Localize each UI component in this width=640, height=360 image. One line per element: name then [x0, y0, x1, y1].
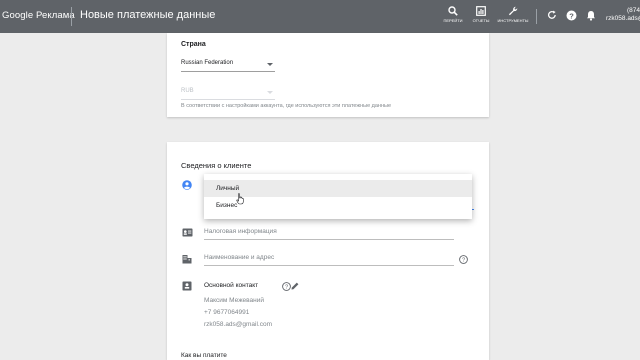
wrench-icon	[508, 6, 518, 16]
country-hint: В соответствии с настройками аккаунта, г…	[181, 103, 392, 109]
country-select[interactable]: Russian Federation	[181, 58, 275, 72]
tax-info-field[interactable]: Налоговая информация	[204, 226, 454, 240]
chevron-down-icon	[267, 63, 273, 66]
how-you-pay-title: Как вы платите	[181, 352, 227, 359]
name-address-field[interactable]: Наименование и адрес	[204, 252, 454, 266]
account-circle-icon	[182, 180, 192, 190]
chevron-down-icon	[267, 91, 273, 94]
notifications-bell-icon[interactable]	[586, 10, 596, 21]
tax-id-icon	[182, 228, 193, 237]
business-building-icon	[182, 255, 192, 264]
country-card: Страна Russian Federation RUB В соответс…	[167, 33, 489, 117]
currency-select: RUB	[181, 86, 275, 100]
help-icon[interactable]: ?	[566, 10, 577, 21]
tools-button[interactable]: ИНСТРУМЕНТЫ	[497, 6, 529, 24]
name-address-placeholder: Наименование и адрес	[204, 254, 275, 261]
contact-card-icon	[182, 281, 192, 291]
contact-phone: +7 9677064991	[204, 309, 250, 316]
country-label: Страна	[181, 41, 206, 48]
edit-pencil-icon[interactable]	[290, 281, 300, 291]
svg-text:?: ?	[569, 11, 574, 20]
country-value: Russian Federation	[181, 60, 234, 66]
page-title: Новые платежные данные	[80, 9, 216, 21]
menu-item-label: Личный	[216, 185, 240, 192]
search-icon	[448, 6, 458, 16]
reports-button[interactable]: ОТЧЕТЫ	[465, 6, 497, 24]
svg-text:?: ?	[462, 258, 465, 264]
menu-item-label: Бизнес	[216, 202, 238, 209]
account-email: rzk058.ads@	[606, 15, 640, 22]
toolbar-separator	[536, 9, 537, 24]
currency-value: RUB	[181, 88, 194, 94]
svg-text:?: ?	[285, 285, 288, 291]
primary-contact-title: Основной контакт	[204, 282, 259, 289]
refresh-icon[interactable]	[547, 10, 557, 20]
title-divider	[71, 7, 72, 26]
client-info-title: Сведения о клиенте	[181, 161, 252, 170]
top-app-bar: Google Реклама Новые платежные данные ПЕ…	[0, 0, 640, 33]
name-address-help-icon[interactable]: ?	[459, 255, 468, 264]
contact-email: rzk058.ads@gmail.com	[204, 321, 273, 328]
reports-icon	[476, 6, 486, 16]
tax-info-placeholder: Налоговая информация	[204, 228, 277, 235]
account-id: (874	[626, 7, 640, 14]
reports-label: ОТЧЕТЫ	[472, 18, 490, 23]
hand-cursor-icon	[236, 193, 244, 205]
tools-label: ИНСТРУМЕНТЫ	[497, 18, 529, 23]
contact-name: Максим Межеваний	[204, 297, 265, 304]
brand-logo[interactable]: Google Реклама	[2, 10, 75, 21]
account-info[interactable]: (874 rzk058.ads@	[606, 7, 640, 23]
